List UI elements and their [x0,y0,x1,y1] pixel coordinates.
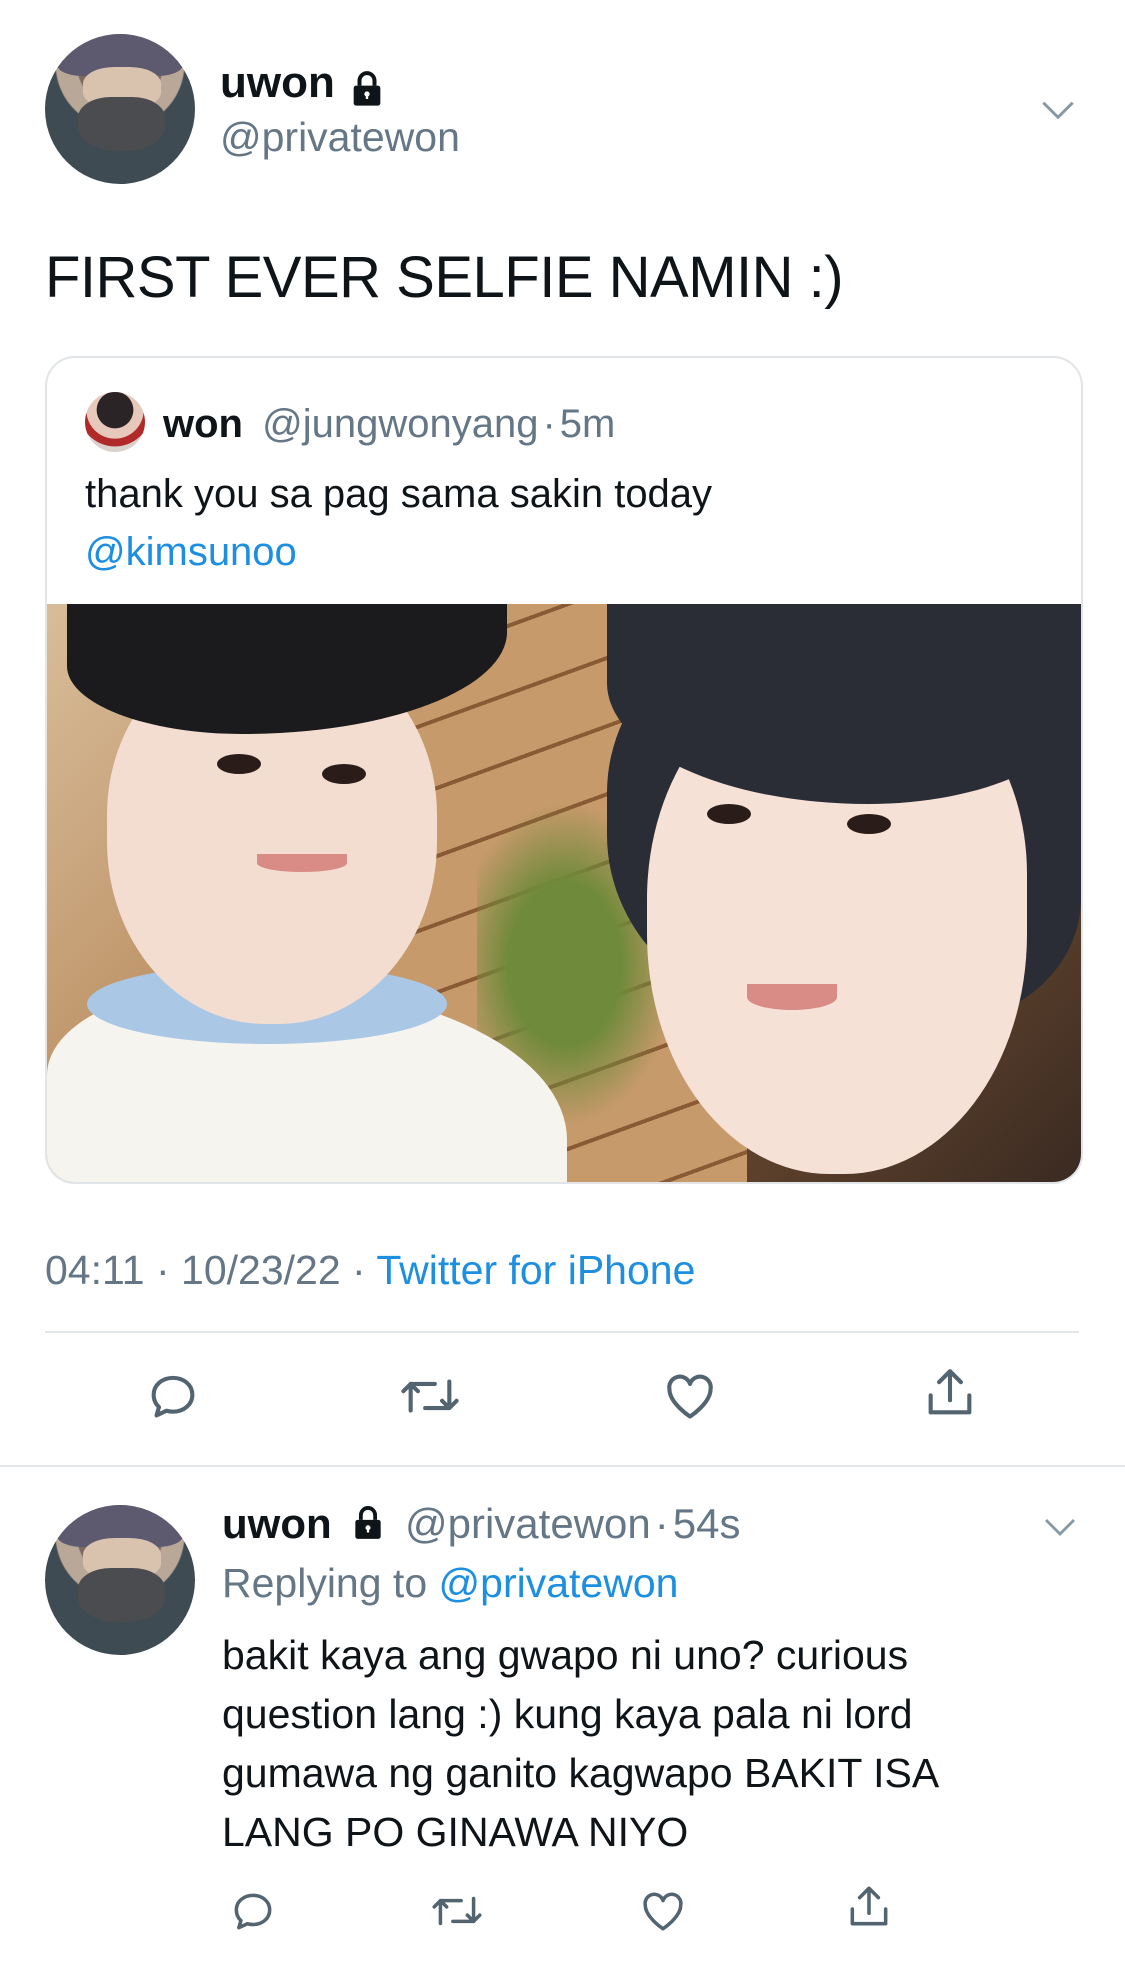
quoted-tweet-card[interactable]: won @jungwonyang · 5m thank you sa pag sam… [45,356,1083,1184]
reply-icon[interactable] [228,1886,278,1936]
display-name-text[interactable]: uwon [220,58,335,107]
quoted-photo[interactable] [47,604,1081,1182]
replying-handle-link[interactable]: @privatewon [439,1560,679,1606]
reply-separator: · [654,1500,669,1547]
reply-text-line: LANG PO GINAWA NIYO [222,1809,689,1855]
share-icon[interactable] [844,1882,894,1932]
quoted-separator: · [542,402,556,446]
reply-text-line: gumawa ng ganito kagwapo BAKIT ISA [222,1750,940,1796]
tweet-time: 04:11 [45,1247,145,1293]
display-name[interactable]: uwon [220,58,387,109]
reply-text-line: question lang :) kung kaya pala ni lord [222,1691,913,1737]
tweet-text: FIRST EVER SELFIE NAMIN :) [45,245,844,310]
quoted-text: thank you sa pag sama sakin today [85,472,713,516]
divider [0,1465,1125,1467]
quoted-handle: @jungwonyang [262,402,539,446]
meta-separator: · [352,1247,366,1293]
quoted-display-name: won [163,402,243,446]
chevron-down-icon[interactable] [1036,88,1080,132]
share-icon[interactable] [921,1364,979,1422]
reply-display-name[interactable]: uwon [222,1500,332,1547]
replying-to: Replying to @privatewon [222,1560,678,1607]
tweet-meta: 04:11 · 10/23/22 · Twitter for iPhone [45,1247,695,1294]
like-icon[interactable] [661,1367,719,1425]
divider [45,1331,1079,1333]
reply-time: 54s [672,1500,741,1547]
reply-text: bakit kaya ang gwapo ni uno? curious que… [222,1626,939,1862]
quoted-avatar [85,392,145,452]
meta-separator: · [155,1247,170,1293]
retweet-icon[interactable] [396,1367,464,1425]
retweet-icon[interactable] [428,1886,486,1936]
tweet-date: 10/23/22 [181,1247,341,1293]
lock-icon [353,71,381,106]
quoted-mention-link[interactable]: @kimsunoo [85,530,297,575]
avatar[interactable] [45,34,195,184]
like-icon[interactable] [638,1886,688,1936]
quoted-time: 5m [559,402,616,446]
reply-avatar[interactable] [45,1505,195,1655]
quoted-header: won @jungwonyang · 5m [163,402,615,447]
lock-icon [355,1506,381,1539]
replying-prefix: Replying to [222,1560,428,1606]
tweet-source-link[interactable]: Twitter for iPhone [376,1247,695,1293]
reply-text-line: bakit kaya ang gwapo ni uno? curious [222,1632,909,1678]
handle[interactable]: @privatewon [220,114,460,161]
chevron-down-icon[interactable] [1039,1506,1081,1548]
reply-header: uwon @privatewon·54s [222,1500,740,1548]
reply-handle[interactable]: @privatewon [405,1500,651,1547]
reply-icon[interactable] [144,1367,202,1425]
